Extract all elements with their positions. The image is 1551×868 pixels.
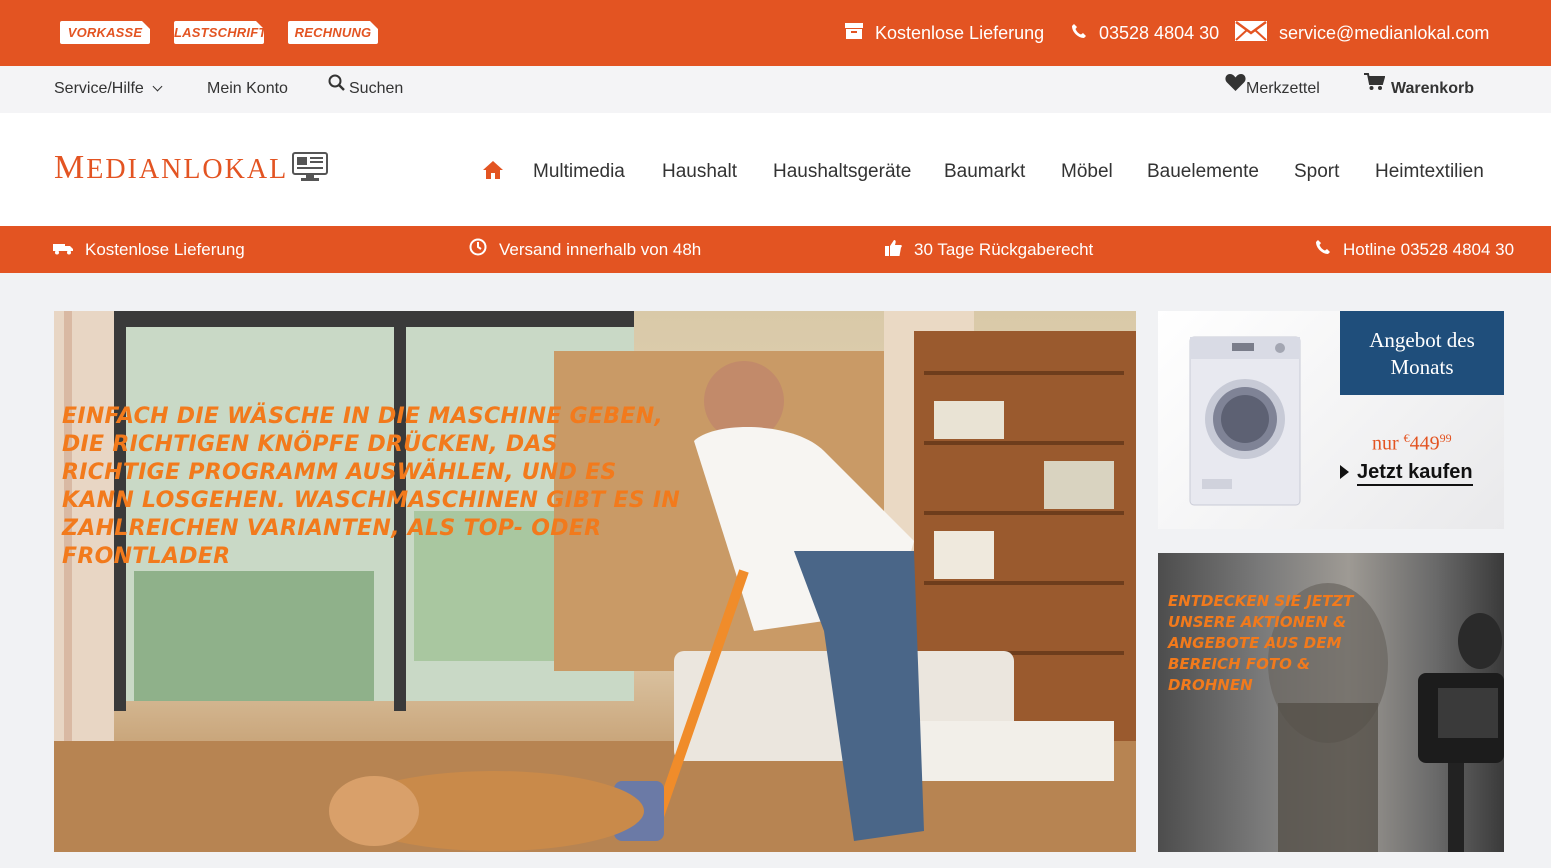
buy-now-label: Jetzt kaufen: [1357, 461, 1473, 486]
payment-badge-vorkasse: VORKASSE: [60, 21, 150, 44]
service-menu-label: Service/Hilfe: [54, 80, 144, 97]
usp-shipping: Versand innerhalb von 48h: [469, 226, 701, 273]
search-icon: [328, 64, 345, 110]
wishlist-link[interactable]: Merkzettel: [1225, 66, 1320, 113]
usp-bar: Kostenlose Lieferung Versand innerhalb v…: [0, 226, 1551, 273]
washing-machine-image: [1189, 336, 1301, 506]
top-delivery-info: Kostenlose Lieferung: [845, 0, 1044, 66]
offer-of-month-banner[interactable]: Angebot des Monats nur €44999 Jetzt kauf…: [1158, 311, 1504, 529]
home-icon[interactable]: [483, 161, 503, 184]
top-bar: VORKASSE LASTSCHRIFT RECHNUNG Kostenlose…: [0, 0, 1551, 66]
cart-link[interactable]: Warenkorb: [1364, 66, 1474, 113]
top-email[interactable]: service@medianlokal.com: [1235, 0, 1489, 66]
usp-delivery: Kostenlose Lieferung: [53, 226, 245, 273]
usp-delivery-label: Kostenlose Lieferung: [85, 239, 245, 259]
clock-icon: [469, 238, 487, 261]
monitor-logo-icon: [292, 152, 328, 187]
nav-multimedia[interactable]: Multimedia: [533, 113, 625, 226]
secondary-nav: Service/Hilfe Mein Konto Suchen Merkzett…: [0, 66, 1551, 113]
usp-return: 30 Tage Rückgaberecht: [885, 226, 1093, 273]
offer-price: nur €44999: [1372, 431, 1452, 456]
nav-heimtextilien[interactable]: Heimtextilien: [1375, 113, 1484, 226]
play-arrow-icon: [1340, 465, 1349, 479]
cart-label: Warenkorb: [1391, 80, 1474, 98]
wishlist-label: Merkzettel: [1246, 80, 1320, 98]
heart-icon: [1225, 64, 1246, 110]
hero-banner[interactable]: Einfach die Wäsche in die Maschine geben…: [54, 311, 1136, 852]
nav-baumarkt[interactable]: Baumarkt: [944, 113, 1025, 226]
offer-title-box: Angebot des Monats: [1340, 311, 1504, 395]
top-email-address: service@medianlokal.com: [1279, 22, 1490, 43]
header: MEDIANLOKAL Multimedia Haushalt Haushalt…: [0, 113, 1551, 226]
usp-return-label: 30 Tage Rückgaberecht: [914, 239, 1094, 259]
buy-now-button[interactable]: Jetzt kaufen: [1340, 461, 1473, 486]
offer-price-prefix: nur: [1372, 432, 1399, 455]
promo-headline: Entdecken Sie jetzt unsere Aktionen & An…: [1168, 592, 1354, 694]
phone-icon: [1315, 239, 1331, 260]
top-phone-number: 03528 4804 30: [1099, 22, 1220, 43]
search-button[interactable]: Suchen: [328, 66, 403, 113]
offer-price-cents: 99: [1439, 431, 1452, 445]
top-phone[interactable]: 03528 4804 30: [1071, 0, 1219, 66]
logo[interactable]: MEDIANLOKAL: [54, 149, 288, 187]
cart-icon: [1364, 64, 1386, 110]
thumbs-up-icon: [885, 239, 902, 261]
nav-haushaltsgeraete[interactable]: Haushaltsgeräte: [773, 113, 911, 226]
offer-title: Angebot des Monats: [1369, 328, 1475, 379]
usp-hotline-label: Hotline 03528 4804 30: [1343, 239, 1515, 259]
logo-initial: M: [54, 149, 87, 186]
nav-sport[interactable]: Sport: [1294, 113, 1339, 226]
usp-hotline[interactable]: Hotline 03528 4804 30: [1315, 226, 1514, 273]
top-delivery-label: Kostenlose Lieferung: [875, 22, 1045, 43]
phone-icon: [1071, 23, 1087, 44]
payment-badge-rechnung: RECHNUNG: [288, 21, 378, 44]
chevron-down-icon: [152, 81, 163, 92]
nav-moebel[interactable]: Möbel: [1061, 113, 1113, 226]
photo-drones-promo-banner[interactable]: Entdecken Sie jetzt unsere Aktionen & An…: [1158, 553, 1504, 852]
logo-rest: EDIANLOKAL: [86, 154, 289, 185]
payment-badge-lastschrift: LASTSCHRIFT: [174, 21, 266, 44]
search-label: Suchen: [349, 80, 404, 98]
nav-haushalt[interactable]: Haushalt: [662, 113, 737, 226]
box-icon: [845, 22, 863, 44]
truck-icon: [53, 240, 73, 260]
account-link[interactable]: Mein Konto: [207, 66, 288, 113]
hero-photo: [54, 311, 1136, 852]
service-menu[interactable]: Service/Hilfe: [54, 66, 163, 113]
hero-headline: Einfach die Wäsche in die Maschine geben…: [62, 404, 681, 569]
offer-price-main: 449: [1409, 432, 1440, 455]
nav-bauelemente[interactable]: Bauelemente: [1147, 113, 1259, 226]
envelope-icon: [1235, 20, 1267, 46]
usp-shipping-label: Versand innerhalb von 48h: [499, 239, 702, 259]
